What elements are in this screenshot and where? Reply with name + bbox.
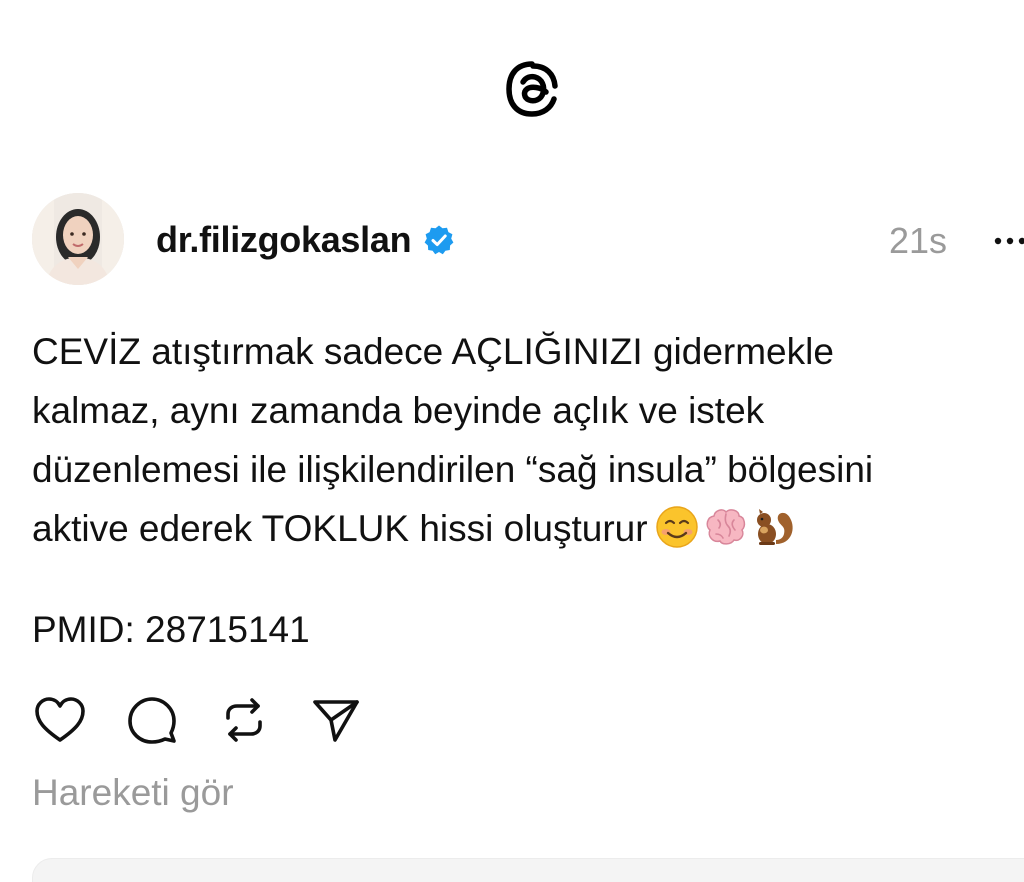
view-activity-link[interactable]: Hareketi gör	[32, 772, 234, 814]
smiling-face-icon	[655, 506, 698, 548]
post-body: CEVİZ atıştırmak sadece AÇLIĞINIZI gider…	[32, 322, 1012, 558]
share-button[interactable]	[308, 692, 364, 748]
squirrel-icon	[756, 509, 793, 546]
repost-icon	[226, 698, 262, 742]
like-button[interactable]	[32, 692, 88, 748]
avatar-image	[32, 193, 124, 285]
heart-icon	[35, 697, 85, 742]
more-options-icon[interactable]	[990, 224, 1024, 254]
post-timestamp: 21s	[889, 220, 948, 261]
repost-button[interactable]	[216, 692, 272, 748]
comment-button[interactable]	[124, 692, 180, 748]
verified-badge-icon	[424, 225, 454, 255]
author-row: dr.filizgokaslan	[156, 216, 455, 264]
brain-icon	[706, 509, 745, 545]
reply-composer-card[interactable]	[32, 858, 1024, 882]
post-reference: PMID: 28715141	[32, 609, 310, 650]
comment-icon	[128, 697, 176, 744]
post-actions	[32, 692, 400, 748]
username[interactable]: dr.filizgokaslan	[156, 219, 412, 261]
threads-logo-icon[interactable]	[503, 60, 561, 118]
share-icon	[313, 700, 359, 742]
post-emojis	[654, 504, 796, 550]
avatar[interactable]	[32, 193, 124, 285]
threads-post-screen: dr.filizgokaslan 21s CEVİZ atıştırmak sa…	[0, 0, 1024, 882]
